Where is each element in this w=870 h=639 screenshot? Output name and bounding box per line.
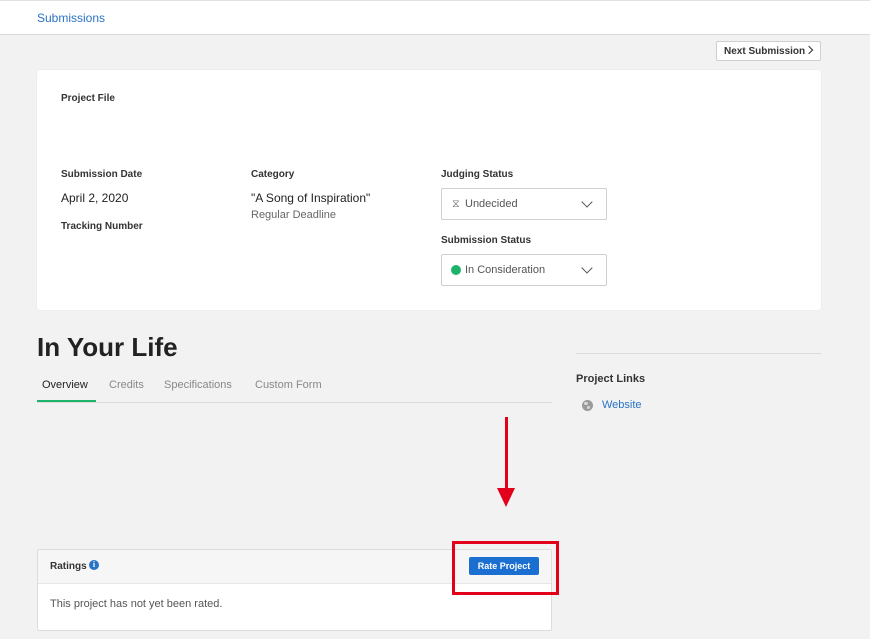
project-file-label: Project File bbox=[61, 93, 115, 104]
rate-project-button[interactable]: Rate Project bbox=[469, 557, 539, 575]
submission-date-label: Submission Date bbox=[61, 169, 143, 180]
tab-custom-form[interactable]: Custom Form bbox=[255, 379, 322, 391]
info-icon[interactable]: i bbox=[89, 560, 99, 570]
breadcrumb-submissions[interactable]: Submissions bbox=[37, 11, 105, 25]
project-title: In Your Life bbox=[37, 332, 178, 362]
submission-status-label: Submission Status bbox=[441, 235, 532, 246]
project-details-card: Project File Submission Date April 2, 20… bbox=[37, 70, 821, 310]
category-deadline: Regular Deadline bbox=[251, 209, 336, 221]
hourglass-icon: ⧖ bbox=[452, 198, 460, 210]
submission-status-dropdown[interactable]: In Consideration bbox=[441, 254, 607, 286]
active-tab-indicator bbox=[37, 400, 96, 402]
tab-specifications[interactable]: Specifications bbox=[164, 379, 232, 391]
ratings-empty-text: This project has not yet been rated. bbox=[50, 598, 223, 610]
website-link[interactable]: Website bbox=[602, 399, 642, 411]
category-label: Category bbox=[251, 169, 295, 180]
submission-status-value: In Consideration bbox=[465, 264, 546, 276]
status-dot-icon bbox=[451, 265, 461, 275]
tracking-number-label: Tracking Number bbox=[61, 221, 143, 232]
top-bar: Submissions bbox=[0, 0, 870, 35]
annotation-arrow bbox=[505, 417, 508, 491]
next-submission-label: Next Submission bbox=[724, 45, 806, 57]
chevron-down-icon bbox=[581, 262, 593, 274]
judging-status-value: Undecided bbox=[465, 198, 518, 210]
chevron-right-icon bbox=[804, 45, 814, 55]
sidebar-divider bbox=[576, 353, 821, 354]
submission-date-value: April 2, 2020 bbox=[61, 191, 129, 205]
ratings-title: Ratings bbox=[50, 561, 87, 572]
category-value: "A Song of Inspiration" bbox=[251, 191, 371, 205]
annotation-arrow-head bbox=[497, 488, 515, 507]
tab-bar: Overview Credits Specifications Custom F… bbox=[37, 372, 552, 403]
judging-status-label: Judging Status bbox=[441, 169, 514, 180]
next-submission-button[interactable]: Next Submission bbox=[716, 41, 821, 61]
globe-icon bbox=[582, 400, 593, 411]
tab-credits[interactable]: Credits bbox=[109, 379, 144, 391]
tab-overview[interactable]: Overview bbox=[42, 379, 88, 391]
project-links-heading: Project Links bbox=[576, 373, 646, 385]
judging-status-dropdown[interactable]: ⧖ Undecided bbox=[441, 188, 607, 220]
chevron-down-icon bbox=[581, 196, 593, 208]
